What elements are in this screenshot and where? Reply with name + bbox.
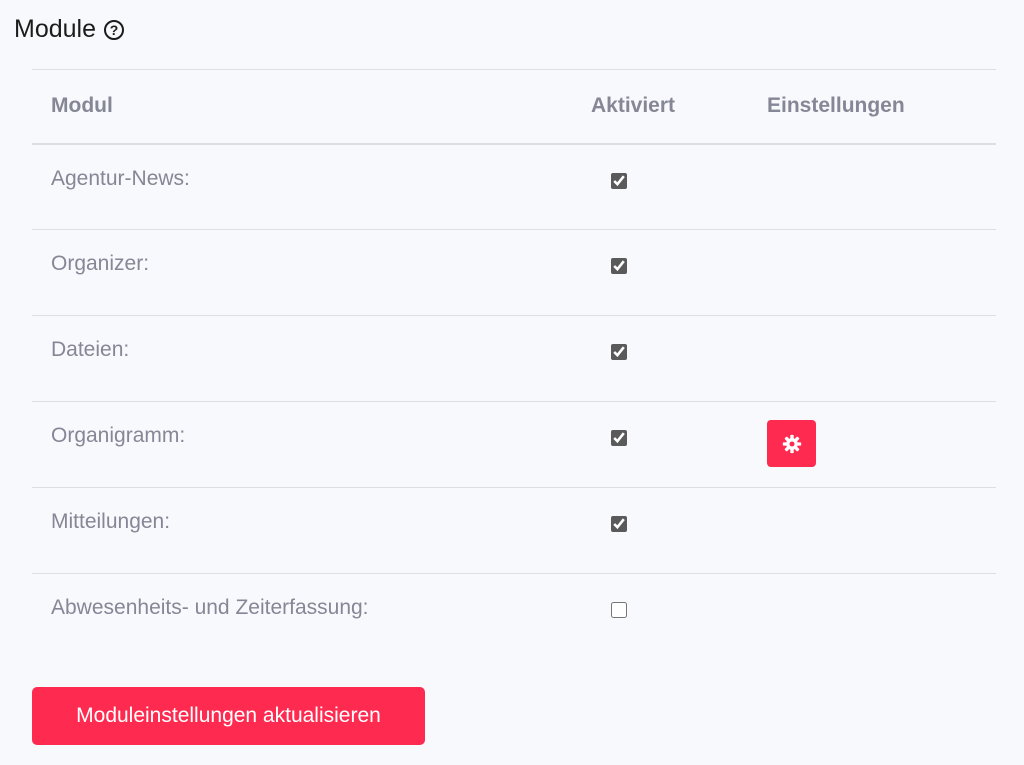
module-label: Mitteilungen: [32, 487, 572, 574]
module-label: Abwesenheits- und Zeiterfassung: [51, 596, 369, 619]
module-label: Dateien: [32, 315, 572, 402]
module-label: Agentur-News: [32, 143, 572, 230]
module-active-checkbox[interactable] [611, 430, 627, 446]
column-header-module: Modul [32, 69, 572, 145]
table-row: Abwesenheits- und Zeiterfassung: [32, 574, 996, 660]
module-active-checkbox[interactable] [611, 602, 627, 618]
column-header-settings: Einstellungen [748, 69, 996, 145]
gear-icon [782, 434, 801, 453]
table-row: Agentur-News: [32, 143, 996, 230]
question-circle-icon[interactable]: ? [104, 20, 124, 40]
module-active-checkbox[interactable] [611, 516, 627, 532]
update-modules-button[interactable]: Moduleinstellungen aktualisieren [32, 687, 425, 745]
modules-table: Modul Aktiviert Einstellungen Agentur-Ne… [32, 69, 996, 660]
table-row: Mitteilungen: [32, 487, 996, 574]
table-row: Organigramm: [32, 401, 996, 488]
module-label: Organigramm: [32, 401, 572, 488]
table-row: Organizer: [32, 229, 996, 316]
module-active-checkbox[interactable] [611, 344, 627, 360]
organigramm-settings-button[interactable] [767, 420, 816, 467]
section-header: Module ? [14, 12, 124, 46]
table-row: Dateien: [32, 315, 996, 402]
module-active-checkbox[interactable] [611, 172, 627, 189]
table-header-row: Modul Aktiviert Einstellungen [32, 69, 996, 145]
section-title: Module [14, 14, 96, 43]
column-header-active: Aktiviert [572, 69, 748, 145]
module-label: Organizer: [32, 229, 572, 316]
module-active-checkbox[interactable] [611, 258, 627, 274]
